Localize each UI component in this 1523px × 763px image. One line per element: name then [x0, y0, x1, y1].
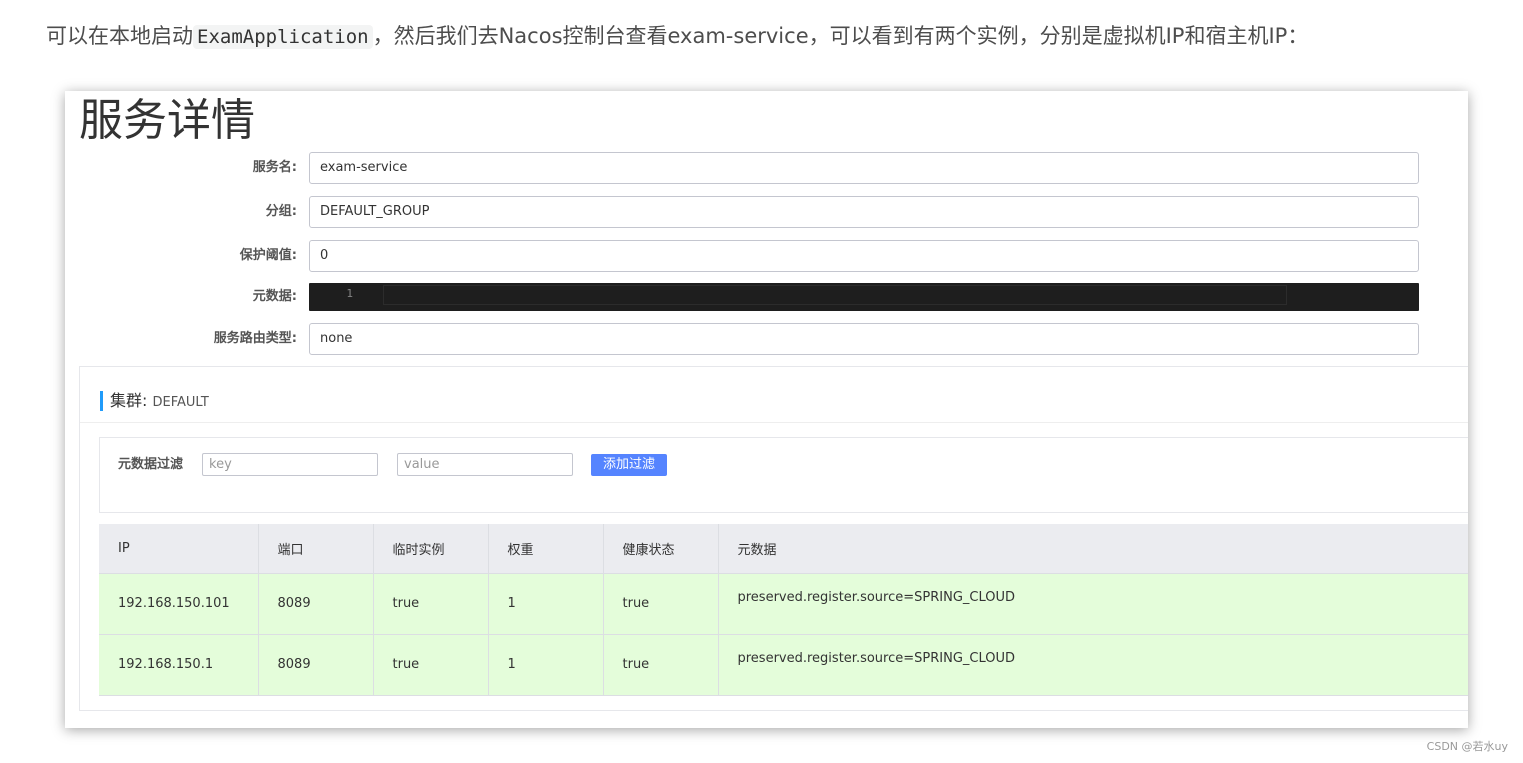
column-header-port: 端口 [258, 524, 374, 574]
divider [80, 422, 1468, 423]
form-row-metadata: 元数据: 1 [65, 283, 1468, 315]
editor-current-line [383, 285, 1287, 305]
form-row-route-type: 服务路由类型: none [65, 323, 1468, 355]
filter-key-input[interactable]: key [202, 453, 378, 476]
service-name-field[interactable]: exam-service [309, 152, 1419, 184]
line-number: 1 [346, 287, 353, 300]
cluster-card: 集群: DEFAULT 元数据过滤 key value 添加过滤 IP 端口 临… [79, 366, 1468, 711]
cell-ephemeral: true [373, 634, 489, 696]
filter-label: 元数据过滤 [118, 457, 184, 472]
cell-health: true [603, 573, 719, 635]
group-field[interactable]: DEFAULT_GROUP [309, 196, 1419, 228]
table-row: 192.168.150.1 8089 true 1 true preserved… [99, 634, 1468, 696]
instance-table: IP 端口 临时实例 权重 健康状态 元数据 192.168.150.101 8… [99, 524, 1468, 696]
column-header-metadata: 元数据 [718, 524, 1468, 574]
group-label: 分组: [265, 204, 297, 219]
cell-metadata: preserved.register.source=SPRING_CLOUD [718, 634, 1468, 696]
intro-text-end: ，然后我们去Nacos控制台查看exam-service，可以看到有两个实例，分… [372, 24, 1309, 48]
filter-value-input[interactable]: value [397, 453, 573, 476]
cell-ip: 192.168.150.1 [99, 634, 259, 696]
column-header-ephemeral: 临时实例 [373, 524, 489, 574]
cell-health: true [603, 634, 719, 696]
route-type-field[interactable]: none [309, 323, 1419, 355]
cluster-header: 集群: DEFAULT [100, 391, 209, 411]
intro-paragraph: 可以在本地启动 ExamApplication ，然后我们去Nacos控制台查看ex… [46, 20, 1506, 53]
column-header-ip: IP [99, 524, 259, 574]
page-title: 服务详情 [79, 95, 255, 146]
cell-port: 8089 [258, 573, 374, 635]
table-header-row: IP 端口 临时实例 权重 健康状态 元数据 [99, 524, 1468, 574]
column-header-health: 健康状态 [603, 524, 719, 574]
cell-ip: 192.168.150.101 [99, 573, 259, 635]
cell-metadata: preserved.register.source=SPRING_CLOUD [718, 573, 1468, 635]
metadata-filter-bar: 元数据过滤 key value 添加过滤 [99, 437, 1468, 513]
column-header-weight: 权重 [488, 524, 604, 574]
cluster-name: DEFAULT [152, 395, 209, 410]
form-row-group: 分组: DEFAULT_GROUP [65, 196, 1468, 228]
cell-weight: 1 [488, 634, 604, 696]
form-row-threshold: 保护阈值: 0 [65, 240, 1468, 272]
route-type-label: 服务路由类型: [213, 331, 297, 346]
cell-weight: 1 [488, 573, 604, 635]
cell-port: 8089 [258, 634, 374, 696]
service-name-label: 服务名: [252, 160, 297, 175]
threshold-label: 保护阈值: [239, 248, 297, 263]
threshold-field[interactable]: 0 [309, 240, 1419, 272]
metadata-label: 元数据: [252, 289, 297, 304]
service-detail-screenshot: 服务详情 服务名: exam-service 分组: DEFAULT_GROUP… [65, 91, 1468, 728]
watermark: CSDN @若水uy [1426, 740, 1508, 753]
inline-code: ExamApplication [193, 25, 373, 49]
table-row: 192.168.150.101 8089 true 1 true preserv… [99, 573, 1468, 635]
cell-ephemeral: true [373, 573, 489, 635]
metadata-code-editor[interactable]: 1 [309, 283, 1419, 311]
form-row-service-name: 服务名: exam-service [65, 152, 1468, 184]
intro-text-start: 可以在本地启动 [46, 24, 193, 48]
cluster-label: 集群: [110, 391, 148, 410]
add-filter-button[interactable]: 添加过滤 [591, 454, 667, 476]
